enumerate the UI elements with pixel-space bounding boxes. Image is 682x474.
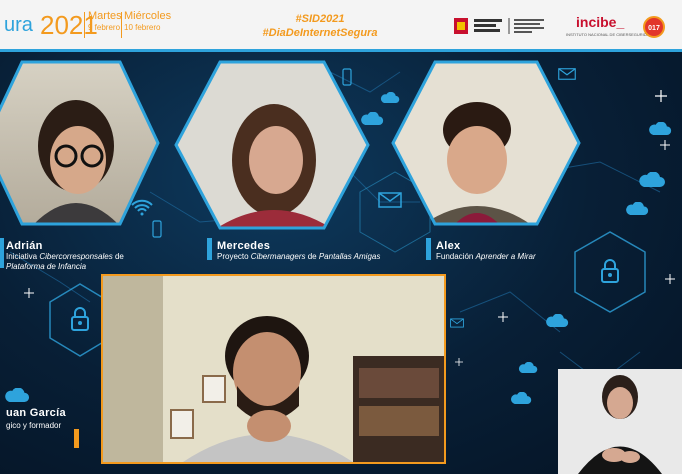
padlock-icon — [71, 307, 89, 331]
cloud-icon — [649, 122, 672, 135]
helpline-017-badge: 017 — [643, 16, 665, 38]
participant-name-mercedes: Mercedes — [217, 240, 271, 252]
event-hashtags: #SID2021 #DiaDeInternetSegura — [240, 12, 400, 40]
video-stage: Adrián Iniciativa Cibercorresponsales de… — [0, 52, 682, 474]
participant-video-mercedes — [174, 60, 370, 230]
event-header: ura 2021 Martes 9 febrero Miércoles 10 f… — [0, 0, 682, 52]
role-text: de — [112, 252, 124, 261]
cloud-icon — [518, 362, 538, 373]
participant-role-mercedes: Proyecto Cibermanagers de Pantallas Amig… — [217, 252, 417, 262]
speaker-name: uan García — [6, 407, 66, 419]
cloud-icon — [626, 202, 649, 215]
envelope-icon — [450, 318, 464, 328]
interpreter-scene — [558, 369, 682, 474]
name-accent-bar — [207, 238, 212, 260]
event-day-2: Miércoles 10 febrero — [124, 10, 171, 34]
event-brand-fragment: ura — [4, 14, 33, 36]
name-accent-bar — [74, 429, 79, 448]
day-2-name: Miércoles — [124, 10, 172, 22]
divider — [84, 12, 85, 38]
sparkle-icon — [498, 312, 508, 322]
sparkle-icon — [660, 140, 670, 150]
role-text: Proyecto — [217, 252, 251, 261]
role-emphasis: Plataforma de Infancia — [6, 262, 87, 271]
incibe-logo: incibe_ — [576, 14, 625, 30]
role-text: Fundación — [436, 252, 476, 261]
cloud-icon — [511, 392, 532, 404]
name-accent-bar — [0, 238, 4, 268]
participant-name-adrian: Adrián — [6, 240, 43, 252]
participant-video-adrian — [0, 60, 160, 226]
day-1-date: 9 febrero — [88, 23, 121, 32]
hashtag-sid: #SID2021 — [295, 13, 345, 25]
padlock-icon — [601, 259, 619, 283]
participant-role-adrian: Iniciativa Cibercorresponsales de Plataf… — [6, 252, 136, 272]
cloud-icon — [5, 388, 30, 402]
cloud-icon — [639, 172, 665, 187]
role-emphasis: Cibercorresponsales — [39, 252, 113, 261]
participant-video-alex — [391, 60, 581, 226]
name-accent-bar — [426, 238, 431, 260]
sparkle-icon — [455, 358, 463, 366]
divider — [121, 12, 122, 38]
sparkle-icon — [24, 288, 34, 298]
role-emphasis: Pantallas Amigas — [318, 252, 381, 261]
participant-name-alex: Alex — [436, 240, 461, 252]
incibe-subtitle: INSTITUTO NACIONAL DE CIBERSEGURIDAD — [566, 32, 653, 37]
participant-role-alex: Fundación Aprender a Mirar — [436, 252, 596, 262]
event-day-1: Martes 9 febrero — [88, 10, 122, 34]
role-text: Iniciativa — [6, 252, 40, 261]
speaker-role: gico y formador — [6, 421, 62, 430]
role-emphasis: Aprender a Mirar — [475, 252, 536, 261]
main-speaker-video — [101, 274, 446, 464]
government-logo — [454, 18, 544, 34]
sign-language-interpreter-video — [558, 369, 682, 474]
day-2-date: 10 febrero — [124, 23, 161, 32]
role-text: de — [305, 252, 319, 261]
sparkle-icon — [655, 90, 667, 102]
sparkle-icon — [665, 274, 675, 284]
day-1-name: Martes — [88, 10, 122, 22]
cloud-icon — [546, 314, 569, 327]
hashtag-dia-internet: #DiaDeInternetSegura — [262, 27, 378, 39]
speaker-scene — [103, 276, 444, 462]
role-emphasis: Cibermanagers — [250, 252, 306, 261]
